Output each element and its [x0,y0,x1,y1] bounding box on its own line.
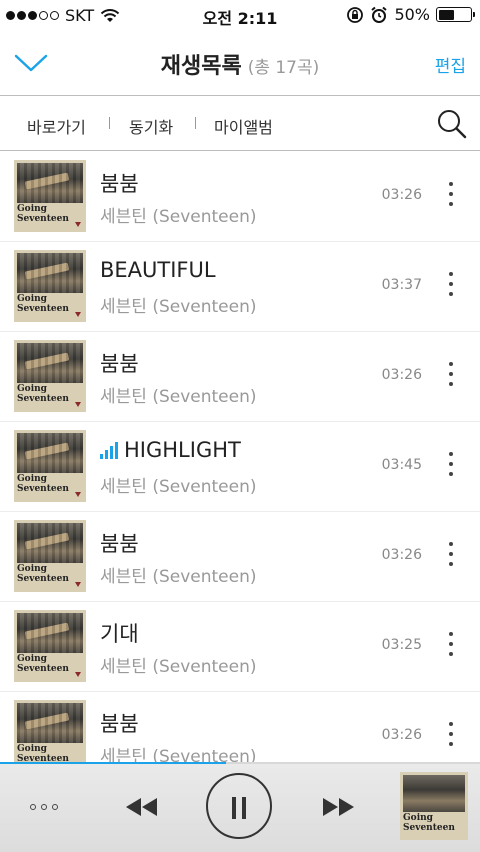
album-photo [17,343,83,383]
now-playing-album-cover[interactable]: Going Seventeen [400,772,468,840]
alarm-icon [371,6,388,23]
album-cover: Going Seventeen [14,520,86,592]
song-artist: 세븐틴 (Seventeen) [100,567,257,587]
tab-sync[interactable]: 동기화 [129,114,173,138]
tab-my-album[interactable]: 마이앨범 [214,114,273,138]
shortcut-bar: 바로가기 동기화 마이앨범 [0,97,480,151]
song-artist: 세븐틴 (Seventeen) [100,387,257,407]
album-cover: Going Seventeen [14,250,86,322]
album-photo [17,433,83,473]
song-artist: 세븐틴 (Seventeen) [100,477,257,497]
album-mark-icon [75,492,81,497]
song-duration: 03:37 [381,277,422,293]
more-vertical-icon[interactable] [448,272,454,296]
edit-button[interactable]: 편집 [435,52,466,77]
album-photo [17,163,83,203]
more-vertical-icon[interactable] [448,542,454,566]
song-duration: 03:26 [381,187,422,203]
album-cover: Going Seventeen [14,160,86,232]
album-cover: Going Seventeen [14,340,86,412]
song-title: 붐붐 [100,528,139,558]
battery-percent: 50% [394,5,430,24]
album-photo [17,703,83,743]
album-cover-title: Going Seventeen [17,474,69,494]
album-cover-title: Going Seventeen [17,294,69,314]
album-photo [17,523,83,563]
album-mark-icon [75,672,81,677]
song-count: (총 17곡) [247,58,320,78]
status-right: 50% [346,5,475,24]
rewind-icon[interactable] [124,796,160,818]
album-cover-title: Going Seventeen [17,204,69,224]
song-list: Going Seventeen 붐붐 세븐틴 (Seventeen) 03:26 Goi… [0,152,480,782]
song-title-text: BEAUTIFUL [100,258,216,282]
song-duration: 03:26 [381,547,422,563]
song-title-text: 붐붐 [100,172,139,196]
album-mark-icon [75,312,81,317]
tab-divider [195,117,196,129]
page-title: 재생목록 (총 17곡) [0,48,480,80]
pause-button[interactable] [206,773,272,839]
song-title-text: 기대 [100,622,139,646]
album-photo [17,253,83,293]
song-title: 붐붐 [100,348,139,378]
song-title: 기대 [100,618,139,648]
song-title-text: 붐붐 [100,352,139,376]
song-row[interactable]: Going Seventeen 붐붐세븐틴 (Seventeen) 03:26 [0,332,480,422]
song-duration: 03:45 [381,457,422,473]
album-cover-title: Going Seventeen [17,744,69,764]
song-artist: 세븐틴 (Seventeen) [100,207,257,227]
battery-icon [436,7,475,22]
song-artist: 세븐틴 (Seventeen) [100,297,257,317]
playlist-header: 재생목록 (총 17곡) 편집 [0,32,480,96]
album-cover-title: Going Seventeen [17,564,69,584]
rotation-lock-icon [347,6,364,23]
mini-player: Going Seventeen [0,764,480,852]
song-title-text: 붐붐 [100,712,139,736]
more-horizontal-icon[interactable] [30,804,58,810]
album-mark-icon [75,402,81,407]
song-title: BEAUTIFUL [100,258,216,282]
album-cover-title: Going Seventeen [17,384,69,404]
song-duration: 03:25 [381,637,422,653]
song-row[interactable]: Going Seventeen HIGHLIGHT 세븐틴 (Seventeen) 0… [0,422,480,512]
song-duration: 03:26 [381,727,422,743]
song-title: HIGHLIGHT [100,438,241,462]
song-duration: 03:26 [381,367,422,383]
song-artist: 세븐틴 (Seventeen) [100,657,257,677]
tab-shortcuts[interactable]: 바로가기 [27,114,86,138]
more-vertical-icon[interactable] [448,182,454,206]
page-title-text: 재생목록 [160,54,242,79]
song-title-text: HIGHLIGHT [124,438,241,462]
more-vertical-icon[interactable] [448,632,454,656]
song-title: 붐붐 [100,168,139,198]
album-mark-icon [75,582,81,587]
album-cover: Going Seventeen [14,610,86,682]
tab-divider [109,117,110,129]
now-playing-equalizer-icon [100,442,118,459]
album-cover: Going Seventeen [14,430,86,502]
fast-forward-icon[interactable] [320,796,356,818]
song-title: 붐붐 [100,708,139,738]
song-title-text: 붐붐 [100,532,139,556]
more-vertical-icon[interactable] [448,722,454,746]
status-bar: SKT 오전 2:11 50% [0,0,480,32]
album-cover-title: Going Seventeen [17,654,69,674]
song-row[interactable]: Going Seventeen 붐붐세븐틴 (Seventeen) 03:26 [0,152,480,242]
song-row[interactable]: Going Seventeen 기대세븐틴 (Seventeen) 03:25 [0,602,480,692]
more-vertical-icon[interactable] [448,362,454,386]
album-photo [17,613,83,653]
album-mark-icon [75,222,81,227]
search-icon[interactable] [436,108,468,140]
song-row[interactable]: Going Seventeen BEAUTIFUL 세븐틴 (Seventeen) 0… [0,242,480,332]
more-vertical-icon[interactable] [448,452,454,476]
album-photo [403,775,465,812]
album-cover-title: Going Seventeen [403,813,455,833]
song-row[interactable]: Going Seventeen 붐붐세븐틴 (Seventeen) 03:26 [0,512,480,602]
